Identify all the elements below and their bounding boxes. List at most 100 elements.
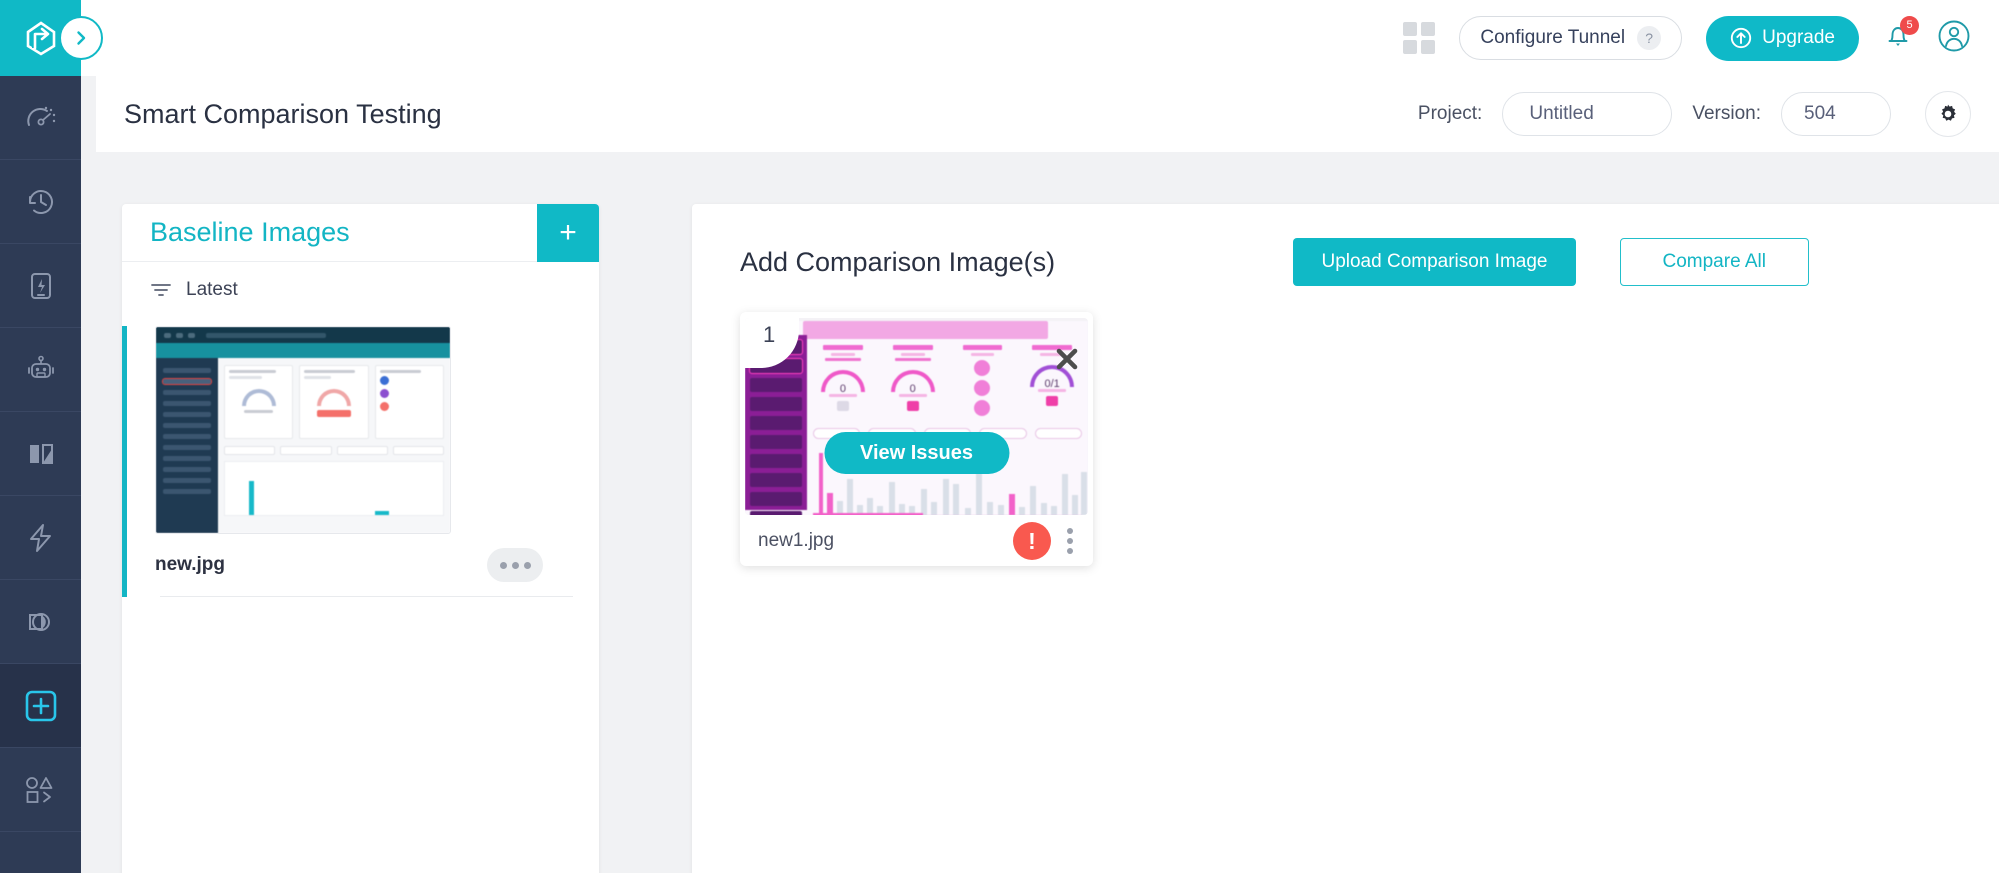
baseline-more-options-button[interactable] xyxy=(487,548,543,582)
main-content: Baseline Images + Latest new.jpg Add Com… xyxy=(96,152,1999,873)
upgrade-button[interactable]: Upgrade xyxy=(1706,15,1859,61)
plus-square-icon xyxy=(25,690,56,721)
project-select[interactable]: Untitled xyxy=(1502,92,1673,136)
app-root: Configure Tunnel ? Upgrade 5 Smart Compa… xyxy=(0,0,1999,873)
baseline-panel-title: Baseline Images xyxy=(150,217,350,247)
comparison-panel-header: Add Comparison Image(s) Upload Compariso… xyxy=(692,204,1999,286)
project-label: Project: xyxy=(1417,103,1483,124)
baseline-thumbnail-preview xyxy=(156,327,450,533)
chevron-right-icon xyxy=(77,31,86,45)
filter-icon xyxy=(151,284,171,296)
mini-card-row xyxy=(224,365,444,439)
view-issues-button[interactable]: View Issues xyxy=(823,432,1010,474)
diff-card xyxy=(953,345,1013,420)
user-avatar-button[interactable] xyxy=(1937,19,1971,58)
baseline-file-row: new.jpg xyxy=(155,534,573,596)
configure-tunnel-button[interactable]: Configure Tunnel ? xyxy=(1459,16,1683,60)
comparison-card-actions: ! xyxy=(1013,522,1077,560)
sidebar-item-hyperexecute[interactable] xyxy=(0,496,81,580)
mini-card xyxy=(299,365,369,439)
notifications-button[interactable]: 5 xyxy=(1883,15,1919,56)
mini-filter-row xyxy=(224,446,444,455)
close-icon xyxy=(1056,348,1078,370)
top-header-bar: Configure Tunnel ? Upgrade 5 xyxy=(81,0,1999,76)
dot xyxy=(499,561,507,569)
baseline-panel-header: Baseline Images + xyxy=(122,204,599,262)
baseline-filter-row[interactable]: Latest xyxy=(122,262,599,318)
mini-sidebar xyxy=(156,358,218,533)
mini-browser-urlbar xyxy=(156,327,450,343)
lightning-bolt-icon xyxy=(29,523,51,552)
diff-card: 0 xyxy=(883,345,943,420)
baseline-thumbnail[interactable] xyxy=(155,326,451,534)
comparison-card-footer: new1.jpg ! xyxy=(740,516,1093,566)
comparison-panel: Add Comparison Image(s) Upload Compariso… xyxy=(692,204,1999,873)
baseline-filter-label: Latest xyxy=(186,279,238,300)
add-baseline-button[interactable]: + xyxy=(537,204,599,262)
split-circle-icon xyxy=(28,612,50,631)
dot xyxy=(523,561,531,569)
diff-preview: 0 0 0/1 xyxy=(745,321,1088,515)
dot xyxy=(1067,528,1073,534)
notification-count-badge: 5 xyxy=(1900,15,1919,35)
sidebar-item-real-device[interactable] xyxy=(0,244,81,328)
sidebar-item-integrations[interactable] xyxy=(0,748,81,832)
page-header: Smart Comparison Testing Project: Untitl… xyxy=(96,76,1999,152)
comparison-diff-thumbnail[interactable]: 0 0 0/1 1 View Issues xyxy=(745,318,1088,515)
mini-card xyxy=(224,365,294,439)
remove-comparison-image-button[interactable] xyxy=(1054,346,1080,372)
version-value: 504 xyxy=(1804,103,1836,124)
sidebar-item-automation[interactable] xyxy=(0,328,81,412)
mini-app-header xyxy=(156,343,450,358)
grid-cell xyxy=(1403,40,1418,54)
diff-card-row: 0 0 0/1 xyxy=(813,345,1082,420)
sidebar-item-visual-testing[interactable] xyxy=(0,412,81,496)
settings-button[interactable] xyxy=(1925,91,1971,137)
page-header-controls: Project: Untitled Version: 504 xyxy=(1418,91,1971,137)
arrow-up-circle-icon xyxy=(1730,27,1752,49)
mini-card xyxy=(374,365,444,439)
tunnel-help-icon[interactable]: ? xyxy=(1637,26,1662,50)
dot xyxy=(1067,538,1073,544)
version-label: Version: xyxy=(1692,103,1761,124)
grid-cell xyxy=(1421,40,1436,54)
grid-cell xyxy=(1421,22,1436,36)
mobile-lightning-icon xyxy=(30,272,51,299)
app-logo[interactable] xyxy=(0,0,103,76)
sidebar-item-add-new[interactable] xyxy=(0,664,81,748)
project-value: Untitled xyxy=(1529,103,1594,124)
sidebar-item-smart-ui[interactable] xyxy=(0,580,81,664)
lambdatest-logo xyxy=(26,21,55,56)
speedometer-icon xyxy=(26,106,55,126)
diff-main-area: 0 0 0/1 xyxy=(813,345,1087,515)
mini-app-body xyxy=(156,358,450,533)
shapes-chevron-icon xyxy=(25,776,52,803)
dot xyxy=(511,561,519,569)
left-sidebar xyxy=(0,0,103,873)
robot-icon xyxy=(27,355,54,378)
compare-panels-icon xyxy=(29,443,53,464)
configure-tunnel-label: Configure Tunnel xyxy=(1480,27,1626,48)
sidebar-item-realtime[interactable] xyxy=(0,160,81,244)
upgrade-label: Upgrade xyxy=(1762,27,1835,48)
comparison-filename: new1.jpg xyxy=(758,530,835,551)
expand-sidebar-button[interactable] xyxy=(59,16,103,60)
upload-comparison-image-button[interactable]: Upload Comparison Image xyxy=(1293,238,1576,286)
gear-icon xyxy=(1941,104,1956,121)
grid-apps-icon[interactable] xyxy=(1403,22,1436,54)
compare-all-button[interactable]: Compare All xyxy=(1619,238,1809,286)
error-exclamation-icon[interactable]: ! xyxy=(1013,522,1051,560)
diff-urlbar xyxy=(803,321,1048,339)
version-select[interactable]: 504 xyxy=(1781,92,1891,136)
comparison-kebab-menu-button[interactable] xyxy=(1063,524,1077,558)
comparison-panel-title: Add Comparison Image(s) xyxy=(740,246,1056,277)
sidebar-nav xyxy=(0,76,81,873)
mini-main-area xyxy=(218,358,450,533)
baseline-list-item[interactable]: new.jpg xyxy=(122,326,573,597)
divider xyxy=(160,596,573,597)
comparison-image-card: 0 0 0/1 1 View Issues new1.jpg ! xyxy=(740,312,1093,566)
mini-chart xyxy=(224,461,444,516)
sidebar-item-dashboard[interactable] xyxy=(0,76,81,160)
diff-card: 0 xyxy=(813,345,873,420)
clock-history-icon xyxy=(28,189,53,214)
